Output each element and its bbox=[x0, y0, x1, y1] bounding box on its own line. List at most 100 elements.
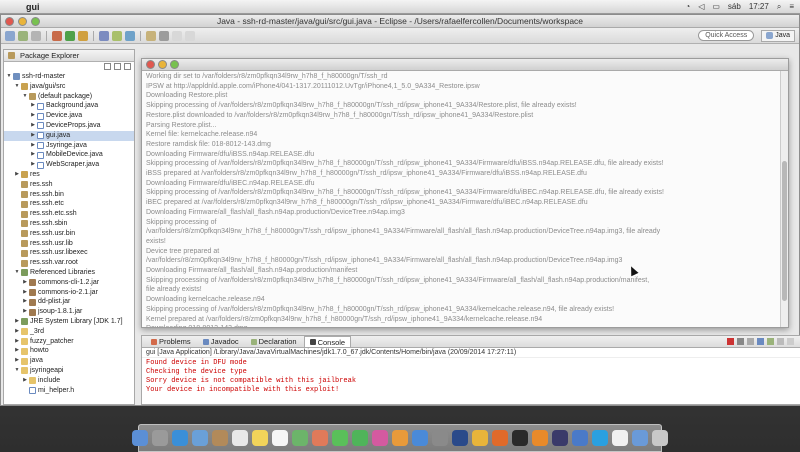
clock-time[interactable]: 17:27 bbox=[749, 2, 769, 11]
perspective-switch[interactable]: Java bbox=[761, 29, 795, 42]
tree-item[interactable]: res.ssh.usr.libexec bbox=[4, 248, 134, 258]
pin-console-icon[interactable] bbox=[767, 338, 774, 345]
scroll-lock-icon[interactable] bbox=[757, 338, 764, 345]
new-class-icon[interactable] bbox=[125, 30, 135, 41]
tree-item[interactable]: ▶ Background.java bbox=[4, 101, 134, 111]
search-icon[interactable] bbox=[159, 30, 169, 41]
clear-console-icon[interactable] bbox=[747, 338, 754, 345]
disclosure-icon[interactable]: ▶ bbox=[30, 160, 36, 170]
tree-item[interactable]: mi_helper.h bbox=[4, 386, 134, 396]
notification-icon[interactable]: ≡ bbox=[789, 2, 794, 11]
open-type-icon[interactable] bbox=[146, 30, 156, 41]
disclosure-icon[interactable]: ▶ bbox=[22, 297, 28, 307]
volume-icon[interactable]: ◁ bbox=[698, 2, 704, 11]
wifi-icon[interactable]: ◔ bbox=[685, 2, 690, 11]
debug-icon[interactable] bbox=[52, 30, 62, 41]
tree-item[interactable]: ▶ JRE System Library [JDK 1.7] bbox=[4, 317, 134, 327]
link-with-editor-icon[interactable] bbox=[114, 63, 121, 70]
terminate-icon[interactable] bbox=[727, 338, 734, 345]
tree-item[interactable]: res.ssh.usr.lib bbox=[4, 239, 134, 249]
textedit-icon[interactable] bbox=[612, 430, 628, 446]
tree-item[interactable]: ▶ gui.java bbox=[4, 130, 134, 141]
quick-access-field[interactable]: Quick Access bbox=[698, 30, 755, 41]
new-java-project-icon[interactable] bbox=[99, 30, 109, 41]
calendar-icon[interactable] bbox=[232, 430, 248, 446]
tree-item[interactable]: ▶ commons-io-2.1.jar bbox=[4, 288, 134, 298]
collapse-all-icon[interactable] bbox=[104, 63, 111, 70]
tree-item[interactable]: ▶ Device.java bbox=[4, 111, 134, 121]
minimize-icon[interactable] bbox=[18, 17, 27, 26]
eclipse-icon[interactable] bbox=[552, 430, 568, 446]
messages-icon[interactable] bbox=[332, 430, 348, 446]
disclosure-icon[interactable]: ▶ bbox=[30, 141, 36, 151]
mail-icon[interactable] bbox=[192, 430, 208, 446]
disclosure-icon[interactable]: ▶ bbox=[30, 111, 36, 121]
disclosure-icon[interactable]: ▶ bbox=[22, 376, 28, 386]
maps-icon[interactable] bbox=[292, 430, 308, 446]
app-menu[interactable]: gui bbox=[26, 2, 40, 12]
tree-item[interactable]: ▶ WebScraper.java bbox=[4, 160, 134, 170]
scrollbar-thumb[interactable] bbox=[782, 161, 787, 301]
tree-item[interactable]: res.ssh.var.root bbox=[4, 258, 134, 268]
disclosure-icon[interactable]: ▶ bbox=[22, 288, 28, 298]
ibooks-icon[interactable] bbox=[392, 430, 408, 446]
folder-icon[interactable] bbox=[632, 430, 648, 446]
tree-item[interactable]: ▶ howto bbox=[4, 346, 134, 356]
disclosure-icon[interactable]: ▶ bbox=[14, 327, 20, 337]
save-icon[interactable] bbox=[18, 30, 28, 41]
zoom-icon[interactable] bbox=[170, 60, 179, 69]
terminal-icon[interactable] bbox=[512, 430, 528, 446]
photoshop-icon[interactable] bbox=[452, 430, 468, 446]
tree-item[interactable]: ▶ jsoup-1.8.1.jar bbox=[4, 307, 134, 317]
minimize-icon[interactable] bbox=[158, 60, 167, 69]
tree-item[interactable]: ▶ java bbox=[4, 356, 134, 366]
launchpad-icon[interactable] bbox=[152, 430, 168, 446]
disclosure-icon[interactable]: ▶ bbox=[30, 150, 36, 160]
zoom-icon[interactable] bbox=[31, 17, 40, 26]
close-icon[interactable] bbox=[146, 60, 155, 69]
output-scrollbar[interactable] bbox=[780, 71, 788, 327]
tree-item[interactable]: ▼ java/gui/src bbox=[4, 82, 134, 92]
contacts-icon[interactable] bbox=[212, 430, 228, 446]
disclosure-icon[interactable]: ▶ bbox=[14, 346, 20, 356]
tree-item[interactable]: ▶ fuzzy_patcher bbox=[4, 337, 134, 347]
disclosure-icon[interactable]: ▼ bbox=[14, 82, 20, 92]
package-explorer-title[interactable]: Package Explorer bbox=[20, 51, 79, 60]
battery-icon[interactable]: ▭ bbox=[712, 2, 720, 11]
chrome-icon[interactable] bbox=[472, 430, 488, 446]
tree-item[interactable]: ▶ dd-plist.jar bbox=[4, 297, 134, 307]
disclosure-icon[interactable]: ▼ bbox=[22, 92, 28, 102]
close-icon[interactable] bbox=[5, 17, 14, 26]
tab-declaration[interactable]: Declaration bbox=[246, 336, 302, 347]
trash-icon[interactable] bbox=[652, 430, 668, 446]
back-icon[interactable] bbox=[172, 30, 182, 41]
disclosure-icon[interactable]: ▶ bbox=[14, 356, 20, 366]
tree-item[interactable]: ▶ res bbox=[4, 170, 134, 180]
new-icon[interactable] bbox=[5, 30, 15, 41]
tree-item[interactable]: res.ssh.usr.bin bbox=[4, 229, 134, 239]
photos-icon[interactable] bbox=[312, 430, 328, 446]
tree-item[interactable]: ▼ (default package) bbox=[4, 92, 134, 102]
xcode-icon[interactable] bbox=[572, 430, 588, 446]
disclosure-icon[interactable]: ▶ bbox=[22, 307, 28, 317]
disclosure-icon[interactable]: ▶ bbox=[30, 131, 36, 141]
tree-item[interactable]: res.ssh.etc bbox=[4, 199, 134, 209]
tree-item[interactable]: ▶ include bbox=[4, 376, 134, 386]
forward-icon[interactable] bbox=[185, 30, 195, 41]
disclosure-icon[interactable]: ▼ bbox=[6, 72, 12, 82]
tree-item[interactable]: ▼ Referenced Libraries bbox=[4, 268, 134, 278]
tree-item[interactable]: res.ssh.bin bbox=[4, 190, 134, 200]
firefox-icon[interactable] bbox=[492, 430, 508, 446]
run-icon[interactable] bbox=[65, 30, 75, 41]
disclosure-icon[interactable]: ▶ bbox=[30, 101, 36, 111]
facetime-icon[interactable] bbox=[352, 430, 368, 446]
disclosure-icon[interactable]: ▶ bbox=[22, 278, 28, 288]
vlc-icon[interactable] bbox=[532, 430, 548, 446]
finder-icon[interactable] bbox=[132, 430, 148, 446]
view-menu-icon[interactable] bbox=[124, 63, 131, 70]
tree-item[interactable]: ▶ Jsyringe.java bbox=[4, 141, 134, 151]
disclosure-icon[interactable]: ▶ bbox=[30, 121, 36, 131]
new-package-icon[interactable] bbox=[112, 30, 122, 41]
tree-item[interactable]: ▼ jsyringeapi bbox=[4, 366, 134, 376]
preferences-icon[interactable] bbox=[432, 430, 448, 446]
